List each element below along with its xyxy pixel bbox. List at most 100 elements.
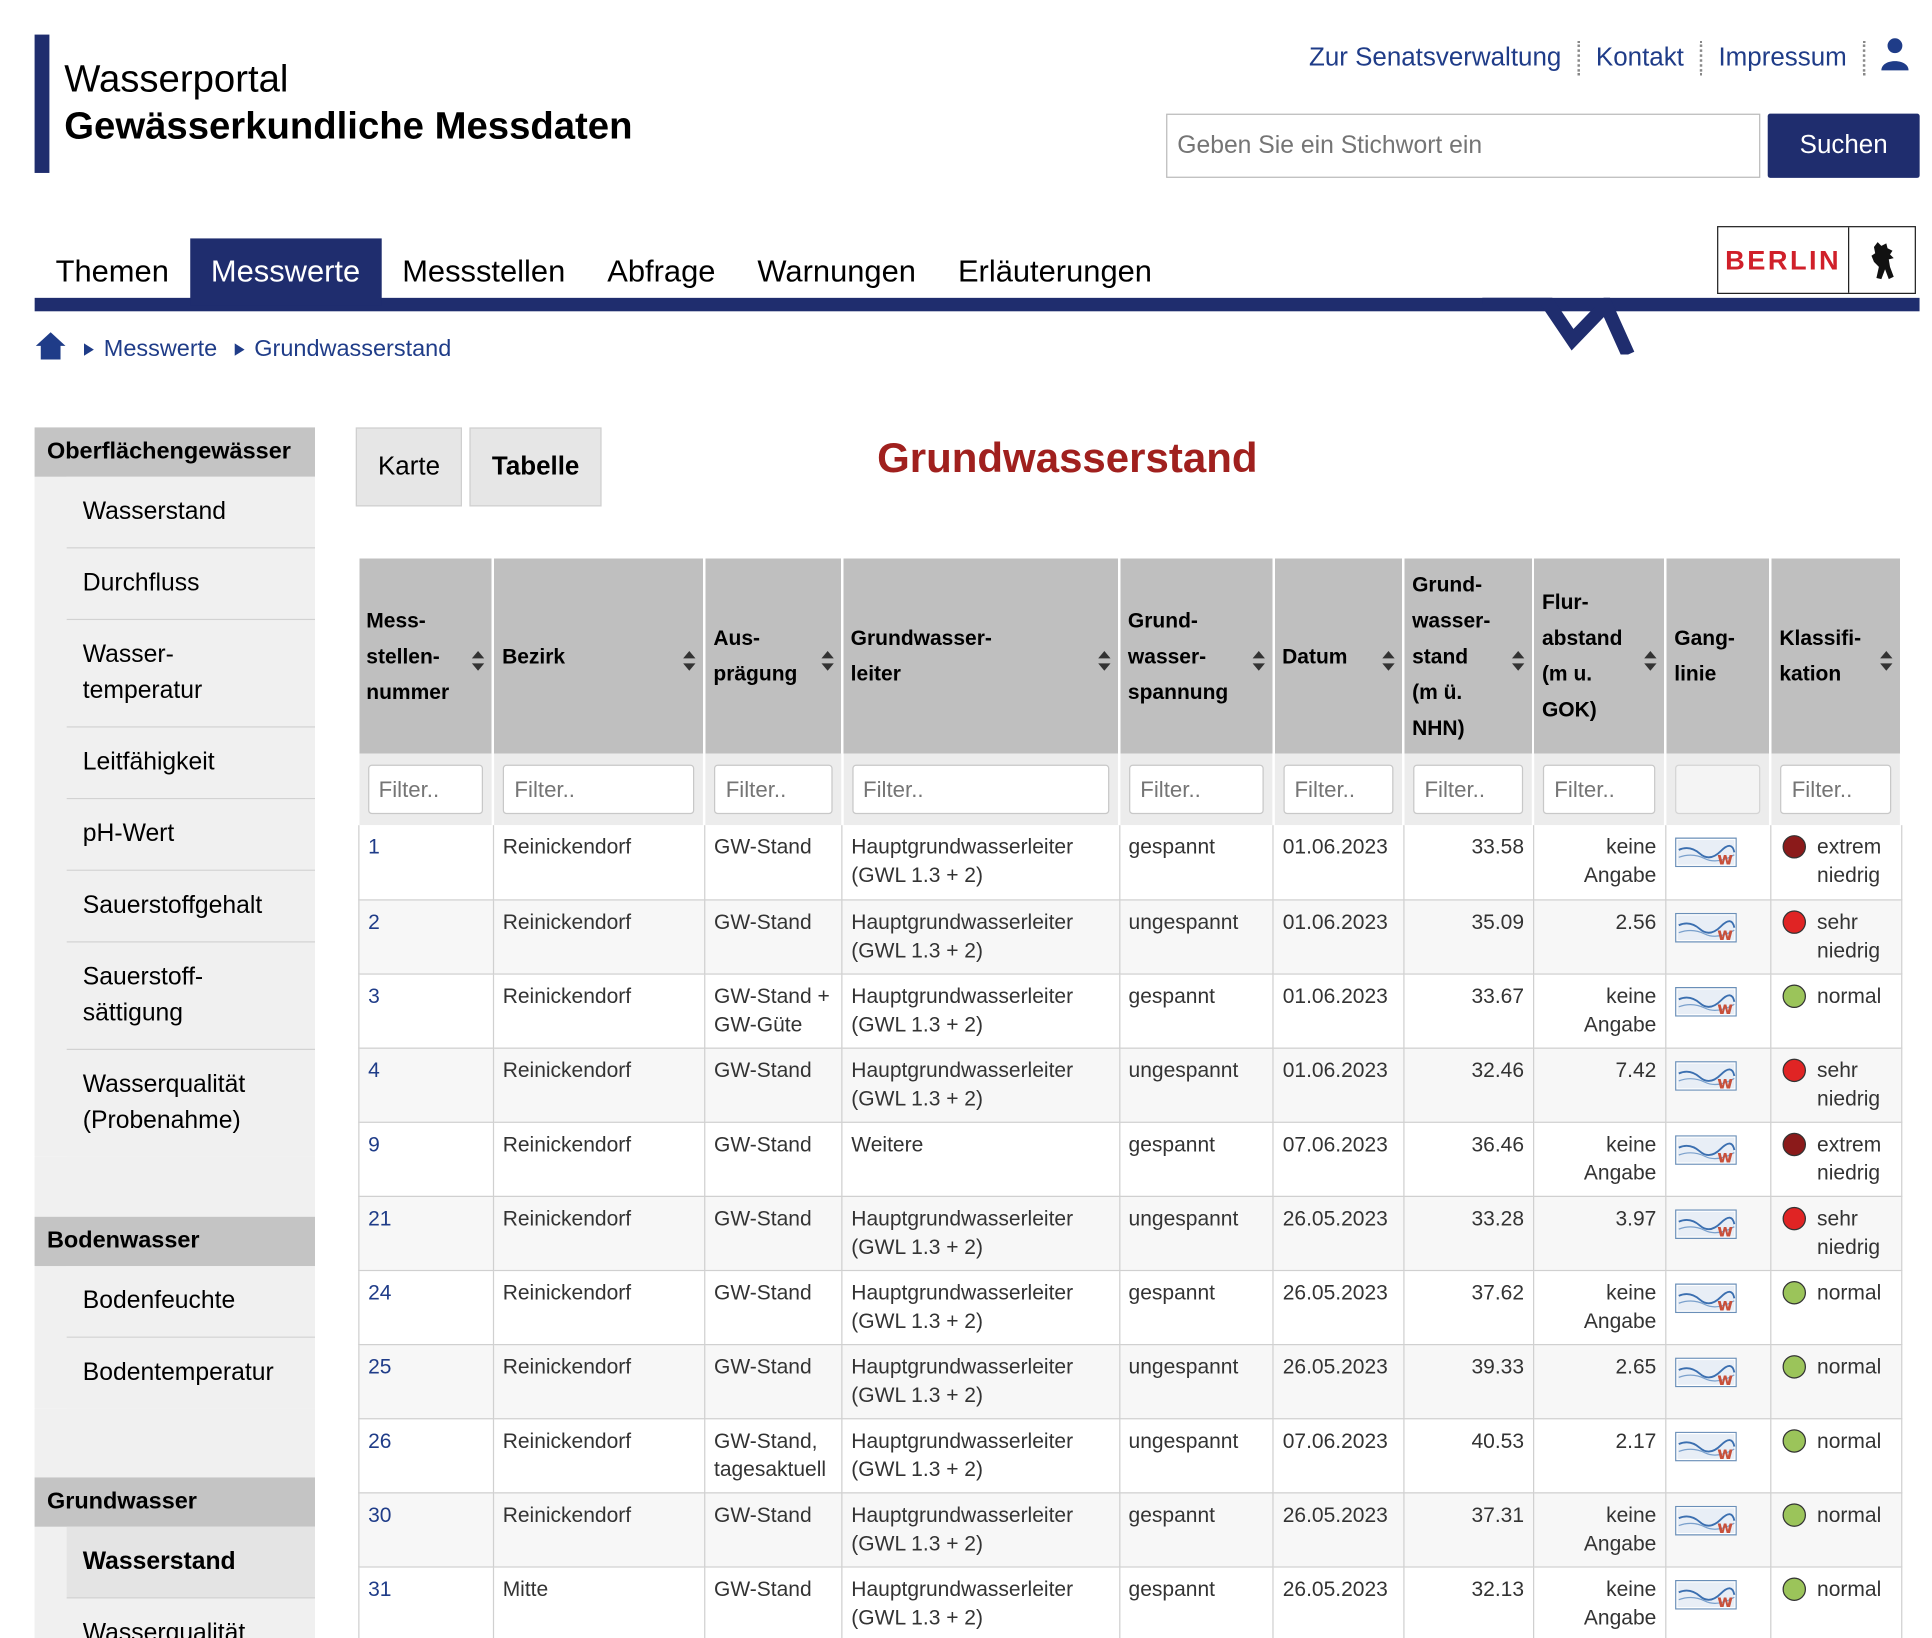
column-header[interactable]: Datum (1273, 558, 1405, 754)
station-number-link[interactable]: 30 (368, 1503, 391, 1526)
ganglinie-chart-icon[interactable]: w (1674, 1060, 1737, 1093)
classification: sehr niedrig (1780, 1056, 1892, 1113)
filter-input[interactable] (851, 764, 1110, 815)
breadcrumb-grundwasserstand[interactable]: Grundwasserstand (254, 336, 451, 363)
column-header[interactable]: Grundwasser- leiter (842, 558, 1121, 754)
table-cell: 26.05.2023 (1273, 1566, 1405, 1638)
column-header-label: Mess- stellen- nummer (366, 608, 450, 704)
link-impressum[interactable]: Impressum (1702, 40, 1866, 76)
filter-input[interactable] (367, 764, 484, 815)
site-brand[interactable]: Wasserportal Gewässerkundliche Messdaten (34, 34, 633, 173)
column-header-label: Datum (1282, 644, 1348, 668)
station-number-link[interactable]: 25 (368, 1355, 391, 1378)
filter-input[interactable] (1129, 764, 1264, 815)
filter-input[interactable] (1780, 764, 1892, 815)
classification-label: normal (1817, 1354, 1882, 1378)
sidebar-item[interactable]: Sauerstoffgehalt (66, 870, 316, 943)
station-number-link[interactable]: 24 (368, 1280, 391, 1303)
link-kontakt[interactable]: Kontakt (1580, 40, 1703, 76)
search-button[interactable]: Suchen (1767, 113, 1920, 178)
sidebar-item[interactable]: Wasserstand (66, 476, 316, 549)
berlin-logo[interactable]: BERLIN (1717, 226, 1916, 295)
ganglinie-chart-icon[interactable]: w (1674, 1505, 1737, 1537)
table-cell: Reinickendorf (493, 825, 706, 900)
nav-item-messstellen[interactable]: Messstellen (381, 238, 586, 305)
filter-input[interactable] (503, 764, 695, 815)
station-number-link[interactable]: 4 (368, 1058, 380, 1081)
nav-item-erlaeuterungen[interactable]: Erläuterungen (937, 238, 1173, 305)
column-header[interactable]: Klassifi- kation (1770, 558, 1903, 754)
home-icon[interactable] (35, 331, 67, 368)
sidebar-item[interactable]: Bodentemperatur (66, 1337, 316, 1409)
filter-input[interactable] (1413, 764, 1524, 815)
ganglinie-chart-icon[interactable]: w (1674, 1579, 1737, 1612)
sort-icon[interactable] (1880, 646, 1893, 671)
table-cell: keine Angabe (1533, 1566, 1667, 1638)
table-row: 1 Reinickendorf GW-Stand Hauptgrundwasserle… (358, 825, 1902, 900)
column-header[interactable]: Bezirk (493, 558, 706, 754)
ganglinie-chart-icon[interactable]: w (1674, 912, 1737, 944)
sort-icon[interactable] (1644, 646, 1657, 671)
station-number-link[interactable]: 1 (368, 835, 380, 858)
nav-item-abfrage[interactable]: Abfrage (586, 238, 736, 305)
ganglinie-chart-icon[interactable]: w (1674, 1431, 1737, 1463)
table-cell: 2.17 (1533, 1418, 1667, 1493)
search-input[interactable] (1166, 113, 1761, 178)
column-header-label: Flur- abstand (m u. GOK) (1541, 590, 1623, 722)
column-header[interactable]: Grund- wasser- stand (m ü. NHN) (1403, 558, 1535, 754)
sort-icon[interactable] (821, 646, 834, 671)
tab-karte[interactable]: Karte (355, 427, 463, 507)
tab-tabelle[interactable]: Tabelle (469, 427, 602, 507)
filter-input[interactable] (1283, 764, 1394, 815)
ganglinie-chart-icon[interactable]: w (1674, 837, 1737, 870)
sort-icon[interactable] (1098, 646, 1111, 671)
sidebar-item[interactable]: Wasserstand (66, 1526, 316, 1599)
ganglinie-chart-icon[interactable]: w (1674, 1282, 1737, 1315)
ganglinie-chart-icon[interactable]: w (1674, 1134, 1737, 1167)
sidebar-item[interactable]: Leitfähigkeit (66, 727, 316, 800)
sidebar-item[interactable]: pH-Wert (66, 799, 316, 871)
column-header[interactable]: Flur- abstand (m u. GOK) (1533, 558, 1667, 754)
sort-icon[interactable] (1512, 646, 1525, 671)
nav-item-warnungen[interactable]: Warnungen (736, 238, 937, 305)
sidebar-section-title: Oberflächengewässer (34, 427, 316, 477)
filter-input[interactable] (714, 764, 833, 815)
column-header[interactable]: Gang- linie (1665, 558, 1772, 754)
column-header[interactable]: Grund- wasser- spannung (1119, 558, 1275, 754)
sidebar-item[interactable]: Bodenfeuchte (66, 1266, 316, 1338)
sidebar-item[interactable]: Wasser- temperatur (66, 620, 316, 728)
sidebar-item[interactable]: Sauerstoff- sättigung (66, 942, 316, 1051)
table-cell: Hauptgrundwasserleiter (GWL 1.3 + 2) (842, 1047, 1120, 1123)
sidebar-item[interactable]: Durchfluss (66, 548, 316, 621)
ganglinie-chart-icon[interactable]: w (1674, 986, 1737, 1019)
table-cell: 33.28 (1403, 1195, 1534, 1271)
nav-item-messwerte[interactable]: Messwerte (189, 238, 382, 306)
station-number-link[interactable]: 31 (368, 1577, 391, 1600)
column-header[interactable]: Aus- prägung (704, 558, 844, 754)
station-number-link[interactable]: 21 (368, 1206, 391, 1229)
column-header[interactable]: Mess- stellen- nummer (358, 558, 495, 754)
table-cell: Hauptgrundwasserleiter (GWL 1.3 + 2) (842, 973, 1120, 1049)
classification: normal (1780, 1500, 1892, 1528)
link-senatsverwaltung[interactable]: Zur Senatsverwaltung (1293, 40, 1580, 76)
station-number-link[interactable]: 2 (368, 910, 380, 933)
sort-icon[interactable] (683, 646, 697, 671)
ganglinie-chart-icon[interactable]: w (1674, 1356, 1737, 1389)
station-number-link[interactable]: 9 (368, 1132, 380, 1155)
sidebar-item[interactable]: Wasserqualität (Probenahme) (66, 1050, 316, 1157)
station-number-link[interactable]: 3 (368, 984, 380, 1007)
table-cell: normal (1770, 1269, 1902, 1345)
bear-icon (1849, 227, 1914, 292)
breadcrumb-messwerte[interactable]: Messwerte (104, 336, 217, 363)
sort-icon[interactable] (472, 646, 485, 671)
classification-label: sehr niedrig (1817, 1058, 1881, 1110)
user-icon[interactable] (1865, 37, 1909, 79)
ganglinie-chart-icon[interactable]: w (1674, 1208, 1737, 1241)
nav-item-themen[interactable]: Themen (35, 238, 190, 305)
station-number-link[interactable]: 26 (368, 1429, 391, 1452)
filter-input[interactable] (1543, 764, 1656, 815)
sort-icon[interactable] (1252, 646, 1265, 671)
main-nav: Themen Messwerte Messstellen Abfrage War… (35, 238, 1173, 306)
sidebar-item[interactable]: Wasserqualität (66, 1598, 316, 1638)
sort-icon[interactable] (1382, 646, 1395, 671)
